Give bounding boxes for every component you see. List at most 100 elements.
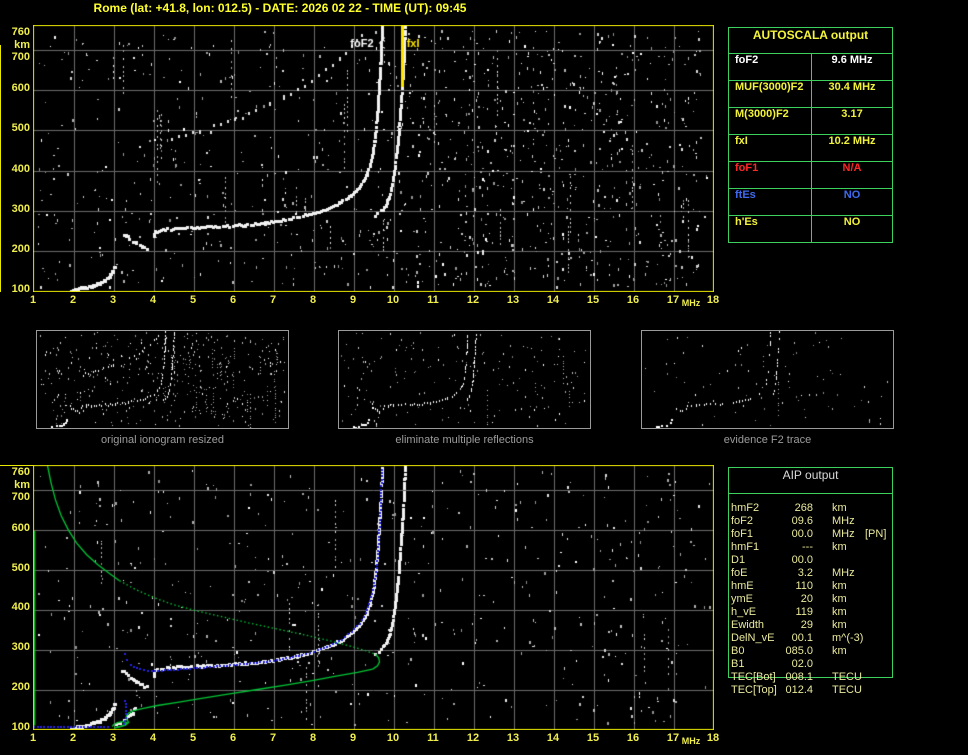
thumbnail-evidence-canvas [641,330,894,429]
x-tick-8: 8 [309,294,317,306]
x-tick-3: 3 [109,732,117,744]
autoscala-row-label: M(3000)F2 [729,108,812,134]
autoscala-rows: foF2 9.6 MHz MUF(3000)F2 30.4 MHz M(3000)F2 3… [729,54,892,242]
autoscala-row-value: 10.2 MHz [828,135,876,147]
x-tick-11: 11 [427,294,439,306]
x-tick-7: 7 [269,732,277,744]
x-tick-1: 1 [29,294,37,306]
x-axis-unit-label: MHz [681,298,701,308]
aip-unit: km [832,593,847,605]
autoscala-row-value: N/A [842,162,862,174]
aip-note [865,541,898,554]
aip-unit [813,658,865,671]
x-axis-unit-label: MHz [681,736,701,746]
y-tick-400: 400 [11,163,30,175]
autoscala-row-value: 9.6 MHz [831,54,873,66]
aip-label: TEC[Top] [731,684,777,696]
autoscala-panel-title: AUTOSCALA output [729,28,892,54]
x-tick-14: 14 [546,294,560,306]
autoscala-row-value: 3.17 [841,108,863,120]
x-tick-16: 16 [626,294,640,306]
aip-row-Ewidth: Ewidth 29 km [728,619,898,632]
x-tick-9: 9 [349,732,357,744]
thumbnail-eliminate-reflections: eliminate multiple reflections [338,330,591,446]
aip-unit: TECU [832,671,862,683]
aip-unit: MHz [832,515,855,527]
aip-note: [PN] [865,528,887,540]
chart-frame-top-edge-bottom [0,465,33,466]
autoscala-row-value: NO [843,189,861,201]
aip-label: hmE [731,580,754,592]
x-tick-12: 12 [466,294,480,306]
aip-row-hmE: hmE 110 km [728,580,898,593]
thumbnail-original-canvas [36,330,289,429]
aip-value: 3.2 [797,567,813,579]
aip-value: 085.0 [785,645,813,657]
aip-label: B0 [731,645,745,657]
aip-label: h_vE [731,606,757,618]
aip-note [865,502,898,515]
y-tick-600: 600 [11,522,30,534]
aip-row-B1: B1 02.0 [728,658,898,671]
aip-label: Ewidth [731,619,765,631]
aip-panel-title: AIP output [729,468,892,494]
aip-row-foF1: foF1 00.0 MHz [PN] [728,528,898,541]
autoscala-row-foF1: foF1 N/A [729,162,892,189]
aip-value: 110 [795,580,813,592]
x-tick-8: 8 [309,732,317,744]
autoscala-row-ftEs: ftEs NO [729,189,892,216]
aip-row-TEC[Top]: TEC[Top] 012.4 TECU [728,684,898,697]
autoscala-row-label: ftEs [729,189,812,215]
aip-row-DelN_vE: DelN_vE 00.1 m^(-3) [728,632,898,645]
aip-row-B0: B0 085.0 km [728,645,898,658]
aip-note [865,619,898,632]
x-tick-10: 10 [386,732,400,744]
ionogram-top-canvas [33,25,714,292]
aip-value: 20 [800,593,813,605]
aip-label: D1 [731,554,746,566]
autoscala-window: Rome (lat: +41.8, lon: 012.5) - DATE: 20… [0,0,968,755]
aip-unit: MHz [832,528,855,540]
aip-row-foF2: foF2 09.6 MHz [728,515,898,528]
aip-note [865,684,898,697]
thumbnail-evidence-f2: evidence F2 trace [641,330,894,446]
x-tick-5: 5 [189,732,197,744]
aip-unit: km [832,619,847,631]
aip-label: foF1 [731,528,754,540]
y-tick-700: 700 [11,491,30,503]
y-tick-200: 200 [11,681,30,693]
x-tick-2: 2 [69,732,77,744]
aip-value: 00.0 [791,554,813,566]
aip-note [865,554,898,567]
aip-value: 119 [795,606,813,618]
aip-value: 02.0 [791,658,813,670]
x-tick-14: 14 [546,732,560,744]
aip-note [865,632,898,645]
aip-row-foE: foE 3.2 MHz [728,567,898,580]
x-tick-11: 11 [427,732,439,744]
aip-label: foE [731,567,748,579]
thumbnail-caption: original ionogram resized [101,434,224,446]
page-title: Rome (lat: +41.8, lon: 012.5) - DATE: 20… [93,1,467,15]
y-tick-760: 760 [11,466,30,478]
x-tick-10: 10 [386,294,400,306]
autoscala-row-M(3000)F2: M(3000)F2 3.17 [729,108,892,135]
aip-row-TEC[Bot]: TEC[Bot] 008.1 TECU [728,671,898,684]
aip-value: 29 [800,619,813,631]
x-tick-13: 13 [506,294,520,306]
y-tick-400: 400 [11,601,30,613]
autoscala-panel: AUTOSCALA output foF2 9.6 MHz MUF(3000)F2 3… [728,27,893,243]
aip-row-D1: D1 00.0 [728,554,898,567]
x-tick-3: 3 [109,294,117,306]
thumbnail-eliminate-canvas [338,330,591,429]
autoscala-row-label: foF1 [729,162,812,188]
aip-label: B1 [731,658,745,670]
x-tick-12: 12 [466,732,480,744]
x-tick-15: 15 [586,732,600,744]
thumbnail-caption: eliminate multiple reflections [395,434,534,446]
aip-label: DelN_vE [731,632,775,644]
aip-value: 012.4 [785,684,813,696]
autoscala-row-label: fxI [729,135,812,161]
autoscala-row-fxI: fxI 10.2 MHz [729,135,892,162]
ionogram-bottom-canvas [33,465,714,730]
